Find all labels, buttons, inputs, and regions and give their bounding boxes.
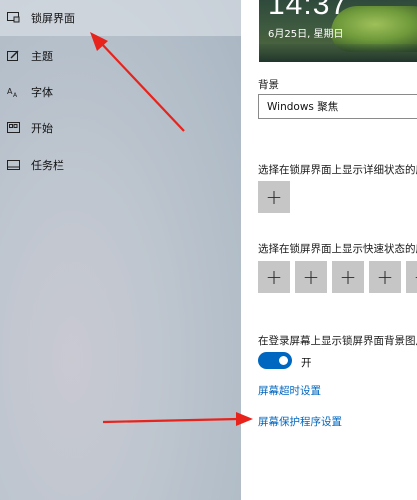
- plus-icon: +: [265, 185, 283, 209]
- taskbar-icon: [6, 158, 20, 172]
- add-quick-status-app-button-5[interactable]: +: [406, 261, 417, 293]
- lock-screen-preview: 14:37 6月25日, 星期日: [259, 0, 417, 62]
- add-detailed-status-app-button[interactable]: +: [258, 181, 290, 213]
- plus-icon: +: [265, 265, 283, 289]
- preview-image-water: [259, 44, 417, 62]
- background-select-value: Windows 聚焦: [267, 101, 339, 113]
- detailed-status-label: 选择在锁屏界面上显示详细状态的应用: [258, 164, 417, 176]
- screen-timeout-settings-link[interactable]: 屏幕超时设置: [258, 383, 321, 398]
- sidebar-item-lock-screen[interactable]: 锁屏界面: [0, 0, 241, 36]
- theme-icon: [6, 49, 20, 63]
- screen-saver-settings-link[interactable]: 屏幕保护程序设置: [258, 414, 342, 429]
- background-label: 背景: [258, 79, 279, 91]
- background-select[interactable]: Windows 聚焦: [258, 94, 417, 119]
- sidebar-item-label: 任务栏: [31, 159, 64, 172]
- toggle-state-label: 开: [301, 357, 312, 369]
- lock-screen-icon: [6, 11, 20, 25]
- svg-text:A: A: [13, 92, 18, 98]
- sidebar-item-font[interactable]: AA 字体: [0, 74, 241, 110]
- sidebar-item-theme[interactable]: 主题: [0, 38, 241, 74]
- preview-clock: 14:37: [268, 0, 349, 21]
- sidebar-item-label: 锁屏界面: [31, 12, 75, 25]
- sidebar: 锁屏界面 主题 AA 字体 开始 任务栏: [0, 0, 241, 500]
- plus-icon: +: [339, 265, 357, 289]
- add-quick-status-app-button-1[interactable]: +: [258, 261, 290, 293]
- add-quick-status-app-button-2[interactable]: +: [295, 261, 327, 293]
- start-icon: [6, 121, 20, 135]
- preview-date: 6月25日, 星期日: [268, 29, 344, 40]
- quick-status-label: 选择在锁屏界面上显示快速状态的应用: [258, 243, 417, 255]
- plus-icon: +: [376, 265, 394, 289]
- plus-icon: +: [302, 265, 320, 289]
- sidebar-item-taskbar[interactable]: 任务栏: [0, 147, 241, 183]
- sidebar-item-start[interactable]: 开始: [0, 110, 241, 146]
- main-content: 14:37 6月25日, 星期日 背景 Windows 聚焦 选择在锁屏界面上显…: [241, 0, 417, 500]
- sidebar-item-label: 开始: [31, 122, 53, 135]
- add-quick-status-app-button-3[interactable]: +: [332, 261, 364, 293]
- add-quick-status-app-button-4[interactable]: +: [369, 261, 401, 293]
- toggle-knob: [279, 356, 288, 365]
- signin-background-toggle[interactable]: [258, 352, 292, 369]
- plus-icon: +: [414, 267, 417, 287]
- font-icon: AA: [6, 85, 20, 99]
- sidebar-item-label: 主题: [31, 50, 53, 63]
- signin-background-label: 在登录屏幕上显示锁屏界面背景图片: [258, 335, 417, 347]
- sidebar-item-label: 字体: [31, 86, 53, 99]
